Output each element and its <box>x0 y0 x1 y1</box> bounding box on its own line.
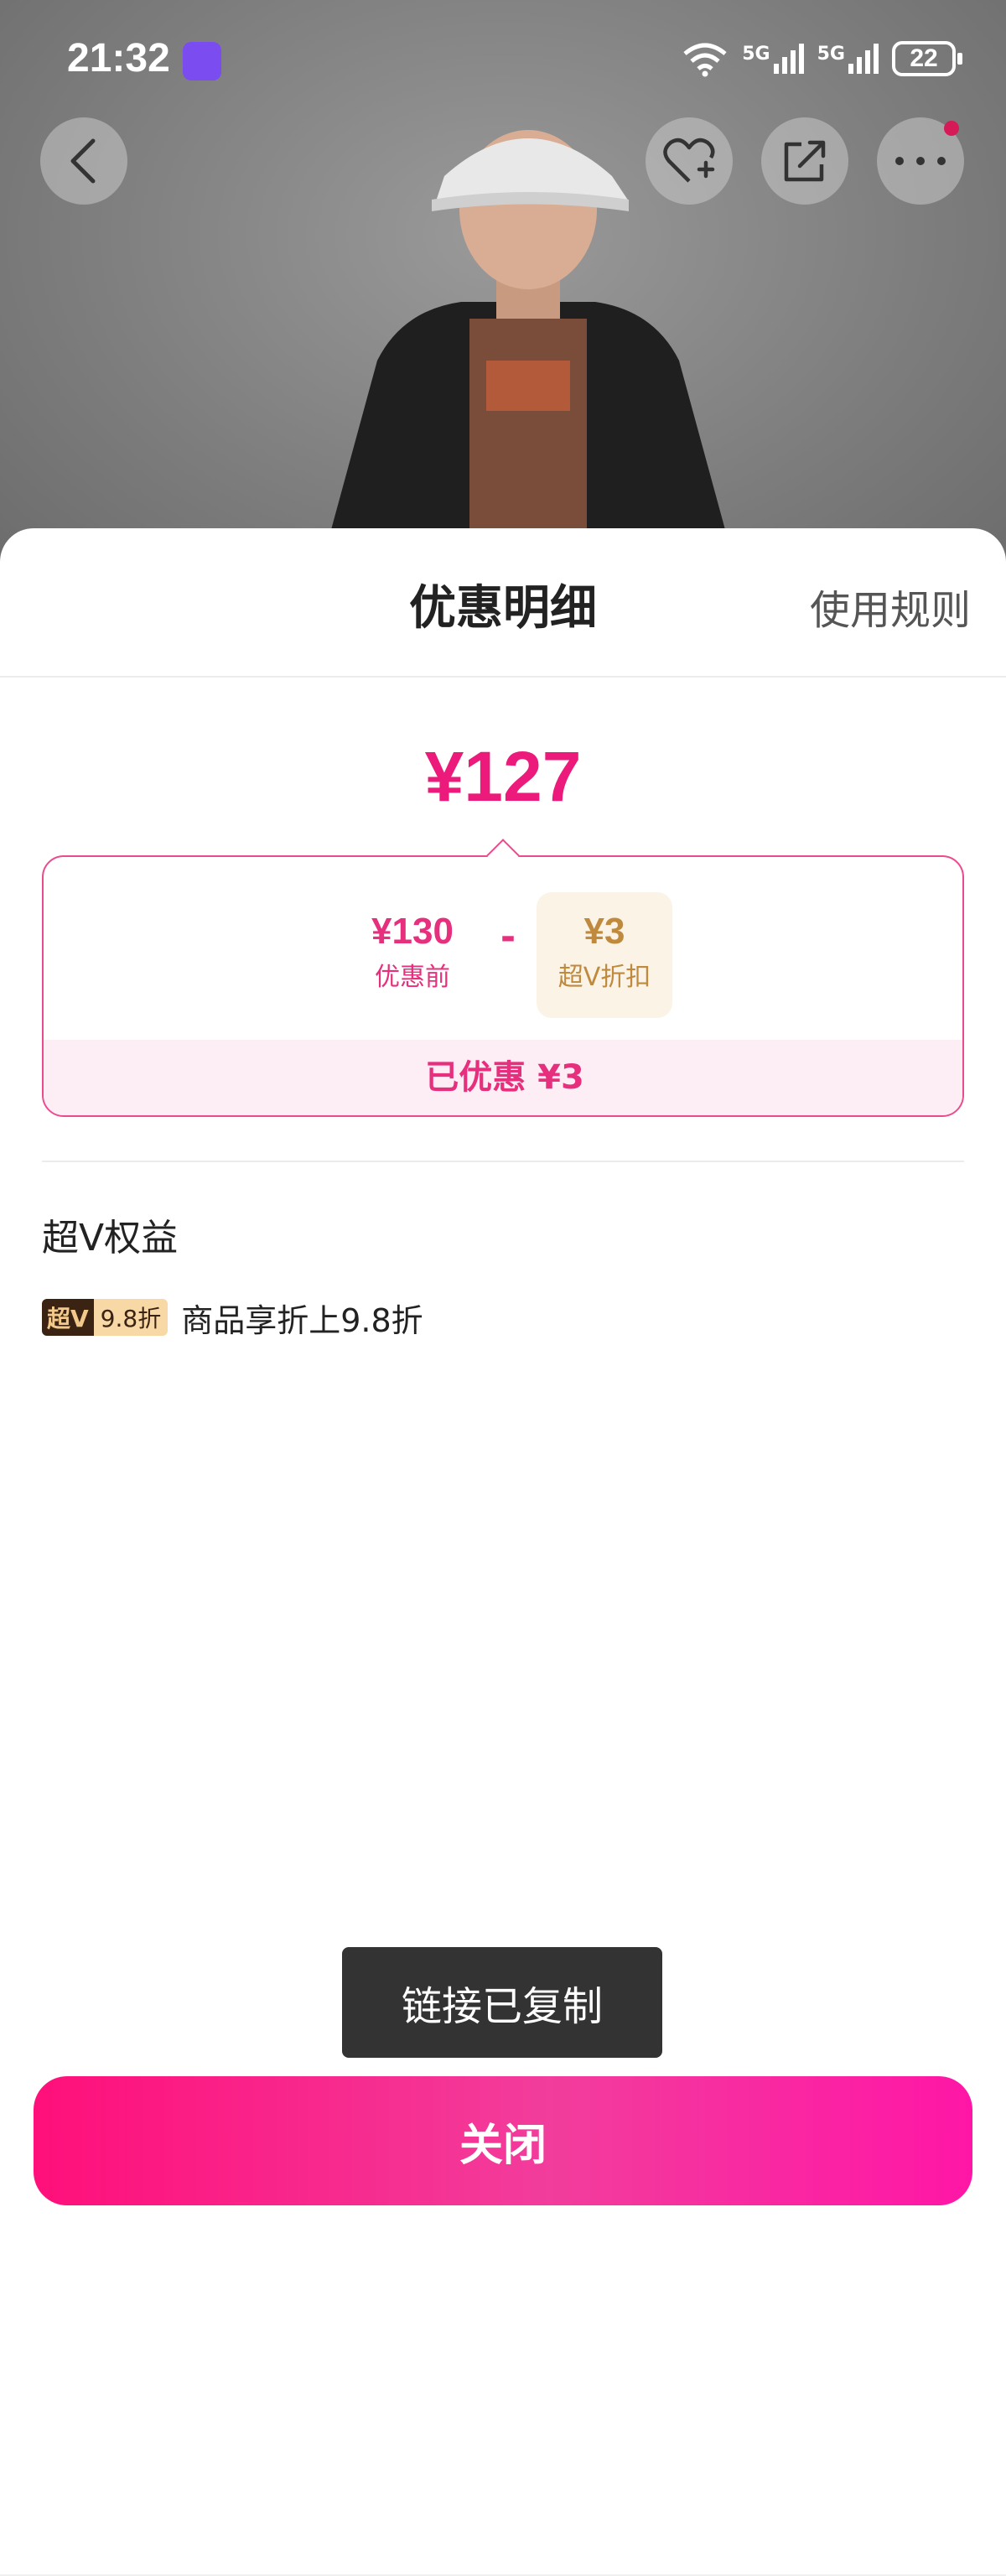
more-button[interactable] <box>877 117 964 205</box>
battery-icon: 22 <box>892 41 962 76</box>
cell-signal-2: 5G <box>817 44 879 74</box>
close-button[interactable]: 关闭 <box>34 2076 972 2205</box>
price-calculation-box: ¥130 优惠前 - ¥3 超V折扣 已优惠 ¥3 <box>42 855 964 1117</box>
svip-tag: 超V 9.8折 <box>42 1299 169 1336</box>
discount-amount: ¥3 <box>583 911 625 952</box>
final-price: ¥127 <box>424 737 582 816</box>
original-price-label: 优惠前 <box>375 963 450 992</box>
more-dots-icon <box>895 157 946 165</box>
status-icons: 5G 5G 22 <box>682 38 962 80</box>
benefit-item: 超V 9.8折 商品享折上9.8折 <box>42 1298 423 1339</box>
notification-dot <box>944 121 959 136</box>
status-bar: 21:32 5G 5G 22 <box>0 0 1006 117</box>
usage-rules-link[interactable]: 使用规则 <box>810 577 971 636</box>
chevron-left-icon <box>70 138 96 184</box>
minus-sign: - <box>500 916 516 958</box>
toast-message: 链接已复制 <box>342 1947 662 2058</box>
app-notification-icon <box>183 42 221 80</box>
benefit-description: 商品享折上9.8折 <box>181 1301 423 1339</box>
back-button[interactable] <box>40 117 127 205</box>
calculation-row: ¥130 优惠前 - ¥3 超V折扣 <box>44 892 962 1018</box>
benefits-section-title: 超V权益 <box>42 1217 179 1259</box>
saved-amount-bar: 已优惠 ¥3 <box>44 1040 962 1115</box>
cell-signal-1: 5G <box>742 44 804 74</box>
original-price-amount: ¥130 <box>371 911 454 952</box>
svip-tag-discount: 9.8折 <box>93 1299 169 1336</box>
discount-label: 超V折扣 <box>557 963 651 992</box>
wifi-icon <box>683 43 727 77</box>
share-button[interactable] <box>761 117 848 205</box>
favorite-button[interactable] <box>646 117 733 205</box>
status-time: 21:32 <box>67 36 170 80</box>
section-divider <box>42 1161 964 1162</box>
original-price: ¥130 优惠前 <box>329 911 496 993</box>
svip-tag-brand: 超V <box>42 1299 94 1336</box>
sheet-header: 优惠明细 使用规则 <box>0 528 1006 678</box>
heart-plus-icon <box>663 138 715 183</box>
share-icon <box>784 140 826 182</box>
svip-discount: ¥3 超V折扣 <box>537 892 672 1018</box>
